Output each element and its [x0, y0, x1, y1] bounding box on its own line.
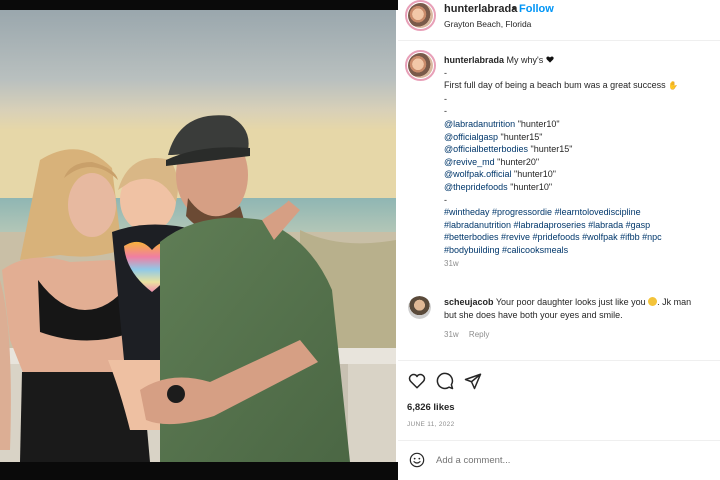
comment-icon [436, 372, 454, 390]
commenter-avatar[interactable] [408, 296, 431, 319]
mention-link[interactable]: @wolfpak.official [444, 169, 512, 179]
caption-age[interactable]: 31w [444, 258, 718, 271]
actions-divider [398, 360, 720, 361]
promo-code: "hunter10" [517, 118, 560, 129]
promo-code: "hunter15" [500, 131, 543, 142]
mention-link[interactable]: @revive_md [444, 157, 495, 167]
share-icon [464, 373, 482, 390]
hashtag-line[interactable]: #labradanutrition #labradaproseries #lab… [444, 219, 718, 232]
code-line: @labradanutrition "hunter10" [444, 118, 718, 131]
smiley-icon [409, 452, 425, 468]
post-date: JUNE 11, 2022 [407, 421, 455, 428]
commenter-username[interactable]: scheujacob [444, 297, 494, 307]
code-line: @wolfpak.official "hunter10" [444, 168, 718, 181]
code-line: @revive_md "hunter20" [444, 156, 718, 169]
avatar-image [408, 296, 431, 319]
comment-line-1: scheujacob Your poor daughter looks just… [444, 296, 720, 309]
likes-count[interactable]: 6,826 likes [407, 402, 455, 413]
hashtag-line[interactable]: #wintheday #progressordie #learntolovedi… [444, 206, 718, 219]
comment-box-divider [398, 440, 720, 441]
avatar-image [408, 53, 433, 78]
comment-line-2: but she does have both your eyes and smi… [444, 309, 623, 320]
caption-success-text: First full day of being a beach bum was … [444, 80, 666, 91]
header-avatar[interactable] [405, 0, 436, 31]
promo-code: "hunter10" [510, 181, 553, 192]
comment-meta: 31w Reply [444, 330, 497, 339]
bottom-black-bar [0, 462, 398, 480]
comment-age[interactable]: 31w [444, 330, 459, 339]
comment-text: Your poor daughter looks just like you [495, 297, 646, 307]
header-location[interactable]: Grayton Beach, Florida [444, 19, 531, 29]
add-comment-input[interactable] [436, 455, 706, 466]
comment-button[interactable] [436, 372, 456, 392]
header-separator: • [512, 3, 516, 15]
caption-line: - [444, 194, 447, 205]
code-line: @thepridefoods "hunter10" [444, 181, 718, 194]
post-caption: hunterlabrada My why's - First full day … [444, 54, 718, 270]
waving-hand-emoji-icon: ✋ [668, 81, 679, 91]
caption-line: - [444, 106, 447, 117]
share-button[interactable] [464, 372, 484, 392]
caption-line: - [444, 67, 447, 78]
hashtag-line[interactable]: #bodybuilding #calicooksmeals [444, 244, 718, 257]
code-line: @officialgasp "hunter15" [444, 131, 718, 144]
header-divider [398, 40, 720, 41]
black-heart-emoji-icon [546, 56, 554, 63]
hashtag-line[interactable]: #betterbodies #revive #pridefoods #wolfp… [444, 231, 718, 244]
heart-icon [408, 373, 426, 389]
header-username[interactable]: hunterlabrada [444, 3, 517, 15]
caption-avatar[interactable] [405, 50, 436, 81]
mention-link[interactable]: @officialbetterbodies [444, 144, 528, 154]
comment-item: scheujacob Your poor daughter looks just… [444, 296, 720, 321]
caption-username[interactable]: hunterlabrada [444, 55, 504, 65]
family-beach-photo [0, 10, 396, 462]
follow-button[interactable]: Follow [519, 3, 554, 15]
promo-code: "hunter15" [530, 144, 573, 155]
reply-button[interactable]: Reply [469, 330, 489, 339]
promo-code: "hunter20" [497, 156, 540, 167]
mention-link[interactable]: @thepridefoods [444, 182, 508, 192]
caption-title-line: hunterlabrada My why's [444, 54, 718, 67]
caption-line: - [444, 93, 447, 104]
code-line: @officialbetterbodies "hunter15" [444, 143, 718, 156]
promo-code: "hunter10" [514, 169, 556, 180]
mention-link[interactable]: @labradanutrition [444, 119, 515, 129]
mention-link[interactable]: @officialgasp [444, 132, 498, 142]
laughing-emoji-icon [648, 297, 658, 306]
comment-text-suffix: . Jk man [657, 297, 692, 307]
avatar-image [408, 3, 433, 28]
post-photo[interactable] [0, 10, 396, 462]
caption-line-success: First full day of being a beach bum was … [444, 79, 718, 93]
like-button[interactable] [408, 372, 428, 392]
caption-title: My why's [506, 55, 544, 65]
emoji-button[interactable] [409, 452, 425, 468]
post-details-panel: hunterlabrada • Follow Grayton Beach, Fl… [398, 0, 720, 480]
